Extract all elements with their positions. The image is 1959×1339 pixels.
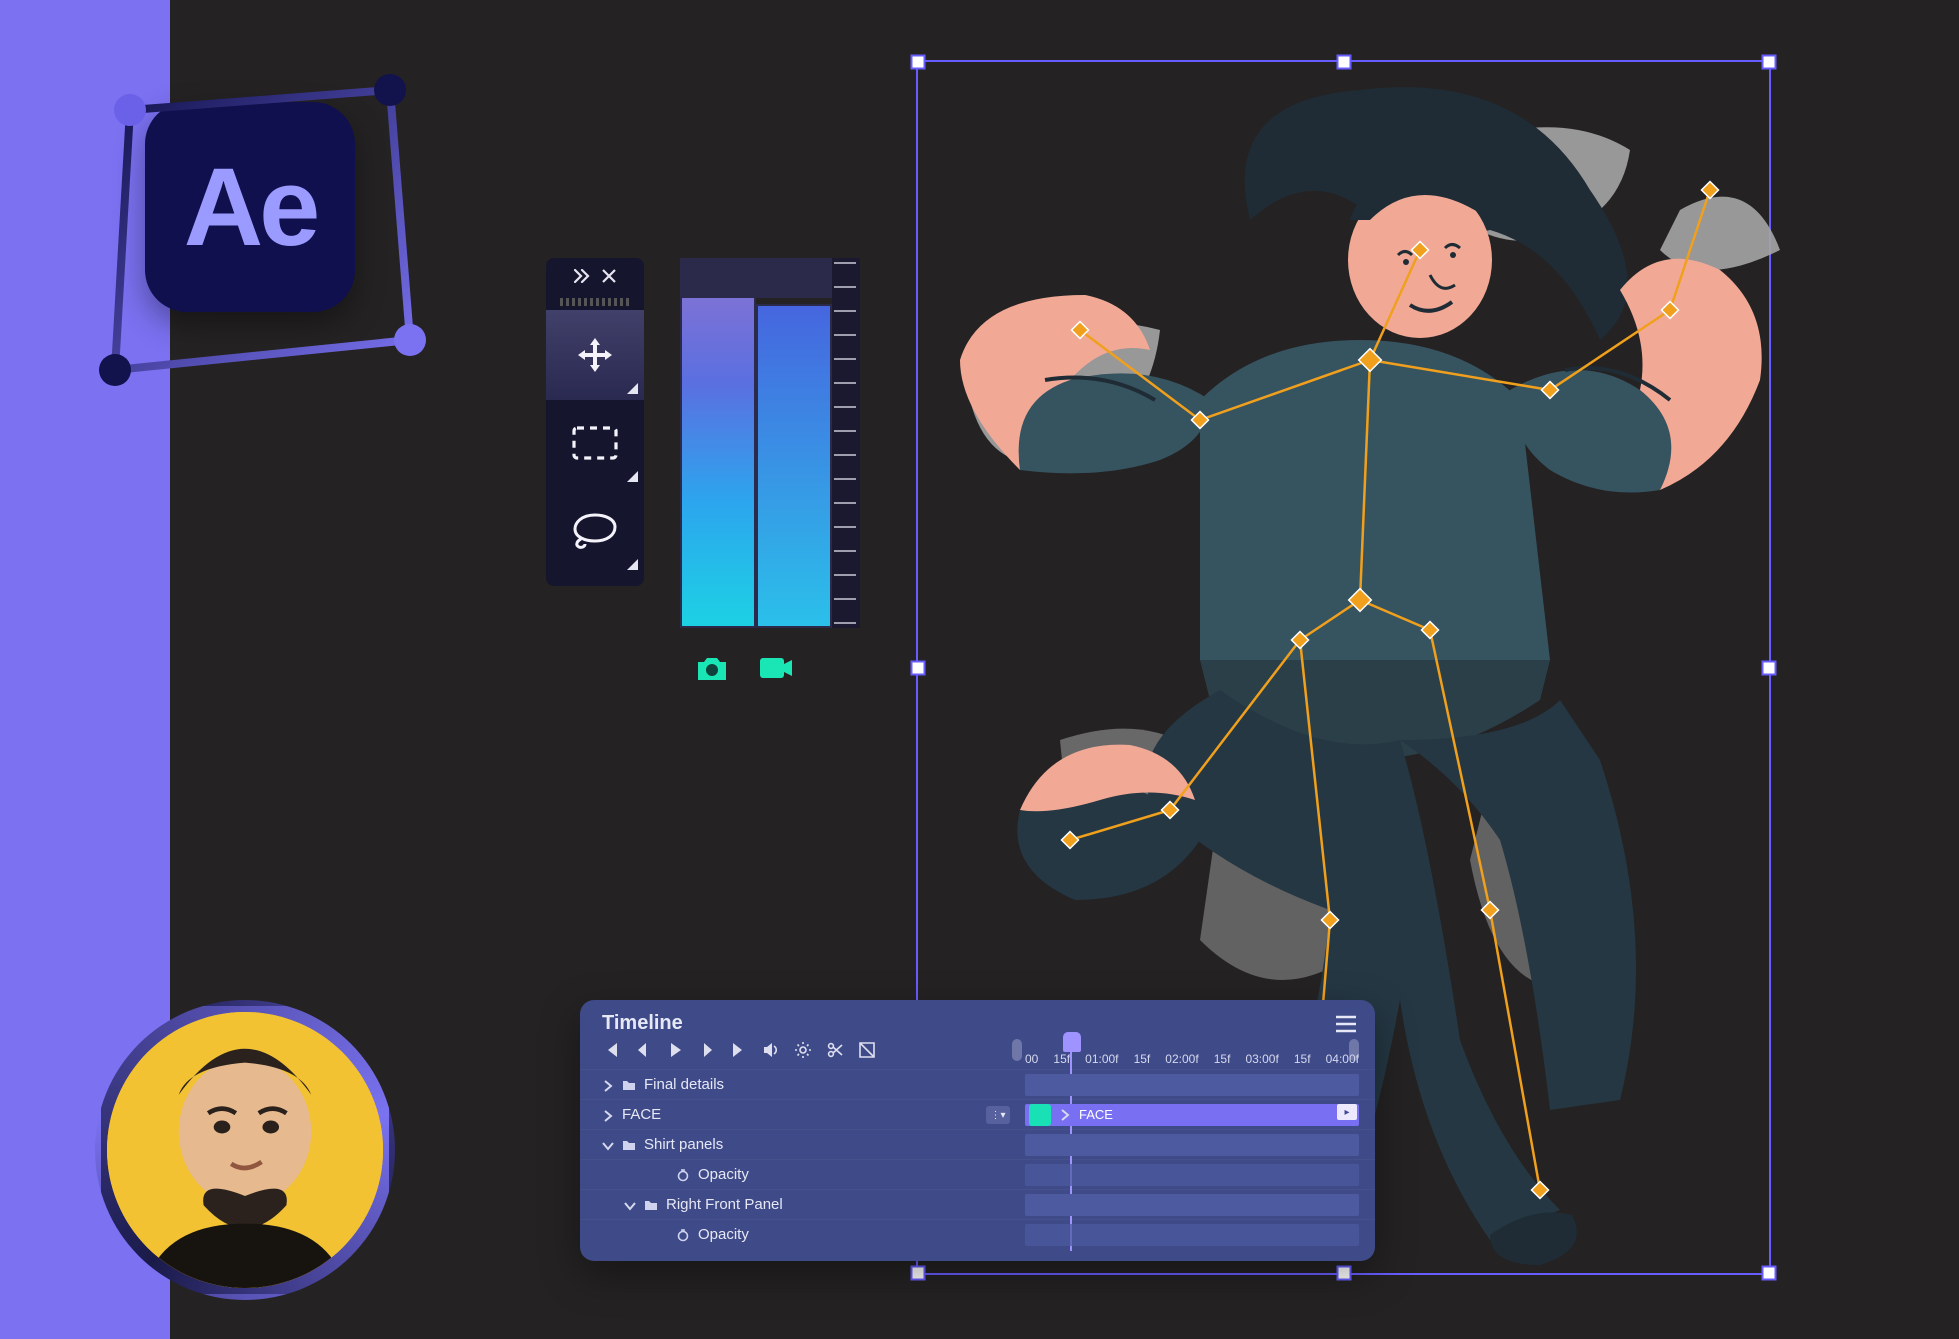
tick: 15f [1214, 1052, 1231, 1066]
tick: 02:00f [1165, 1052, 1198, 1066]
close-icon[interactable] [602, 269, 616, 288]
tool-panel-header [546, 258, 644, 298]
stopwatch-icon[interactable] [676, 1228, 690, 1242]
zoom-start-handle[interactable] [1012, 1039, 1022, 1061]
folder-icon [644, 1198, 658, 1212]
skip-end-icon[interactable] [730, 1041, 748, 1059]
stopwatch-icon[interactable] [676, 1168, 690, 1182]
layer-row[interactable]: FACE ⋮▾ FACE ▸ [580, 1099, 1375, 1129]
camera-icon[interactable] [692, 648, 732, 688]
clip-strip[interactable] [1025, 1074, 1359, 1096]
chevron-down-icon[interactable] [624, 1199, 636, 1211]
chevron-right-icon[interactable] [1059, 1109, 1071, 1121]
color-spectrum[interactable] [680, 258, 860, 628]
marquee-tool[interactable] [546, 398, 644, 488]
step-fwd-icon[interactable] [698, 1041, 716, 1059]
marquee-icon [572, 426, 618, 460]
submenu-indicator [627, 471, 638, 482]
play-icon[interactable] [666, 1041, 684, 1059]
avatar [95, 1000, 395, 1300]
lasso-icon [571, 511, 619, 551]
crop-frame-icon [60, 40, 430, 400]
tick: 15f [1134, 1052, 1151, 1066]
tick: 03:00f [1245, 1052, 1278, 1066]
skip-start-icon[interactable] [602, 1041, 620, 1059]
tick: 15f [1053, 1052, 1070, 1066]
chevrons-right-icon[interactable] [574, 269, 592, 288]
step-back-icon[interactable] [634, 1041, 652, 1059]
chevron-right-icon[interactable] [602, 1109, 614, 1121]
layer-label: Final details [644, 1076, 724, 1093]
ae-badge: Ae [60, 40, 430, 400]
split-icon[interactable] [858, 1041, 876, 1059]
clip-strip[interactable] [1025, 1164, 1359, 1186]
clip-face[interactable]: FACE ▸ [1025, 1104, 1359, 1126]
layer-label: FACE [622, 1106, 661, 1123]
video-icon[interactable] [756, 648, 796, 688]
tool-panel[interactable] [546, 258, 644, 586]
zoom-end-handle[interactable] [1349, 1039, 1359, 1061]
lasso-tool[interactable] [546, 486, 644, 576]
scissors-icon[interactable] [826, 1041, 844, 1059]
chevron-down-icon[interactable] [602, 1139, 614, 1151]
spectrum-ruler [832, 258, 860, 628]
clip-thumbnail [1029, 1104, 1051, 1126]
tick: 01:00f [1085, 1052, 1118, 1066]
property-label: Opacity [698, 1226, 749, 1243]
chevron-right-icon[interactable] [602, 1079, 614, 1091]
layer-label: Right Front Panel [666, 1196, 783, 1213]
panel-menu-icon[interactable] [1335, 1015, 1357, 1033]
move-tool[interactable] [546, 310, 644, 400]
avatar-illustration [107, 1012, 383, 1288]
layer-label: Shirt panels [644, 1136, 723, 1153]
tick: 15f [1294, 1052, 1311, 1066]
clip-label: FACE [1079, 1107, 1113, 1122]
tick: 00 [1025, 1052, 1038, 1066]
layer-row[interactable]: Shirt panels [580, 1129, 1375, 1159]
layer-options-button[interactable]: ⋮▾ [986, 1106, 1010, 1124]
gradient-a[interactable] [680, 258, 756, 628]
speaker-icon[interactable] [762, 1041, 780, 1059]
property-row[interactable]: Opacity [580, 1219, 1375, 1249]
gradient-b[interactable] [756, 304, 832, 628]
layer-row[interactable]: Final details [580, 1069, 1375, 1099]
layer-row[interactable]: Right Front Panel [580, 1189, 1375, 1219]
timeline-title: Timeline [602, 1012, 683, 1035]
clip-strip[interactable] [1025, 1224, 1359, 1246]
submenu-indicator [627, 383, 638, 394]
timeline-panel[interactable]: Timeline 00 15f 01:00f 15f 02:00f 15f 03… [580, 1000, 1375, 1261]
clip-strip[interactable] [1025, 1194, 1359, 1216]
move-icon [574, 334, 616, 376]
gear-icon[interactable] [794, 1041, 812, 1059]
spectrum-header [680, 258, 832, 298]
submenu-indicator [627, 559, 638, 570]
clip-end-marker[interactable]: ▸ [1337, 1104, 1357, 1120]
clip-strip[interactable] [1025, 1134, 1359, 1156]
property-label: Opacity [698, 1166, 749, 1183]
folder-icon [622, 1078, 636, 1092]
folder-icon [622, 1138, 636, 1152]
property-row[interactable]: Opacity [580, 1159, 1375, 1189]
